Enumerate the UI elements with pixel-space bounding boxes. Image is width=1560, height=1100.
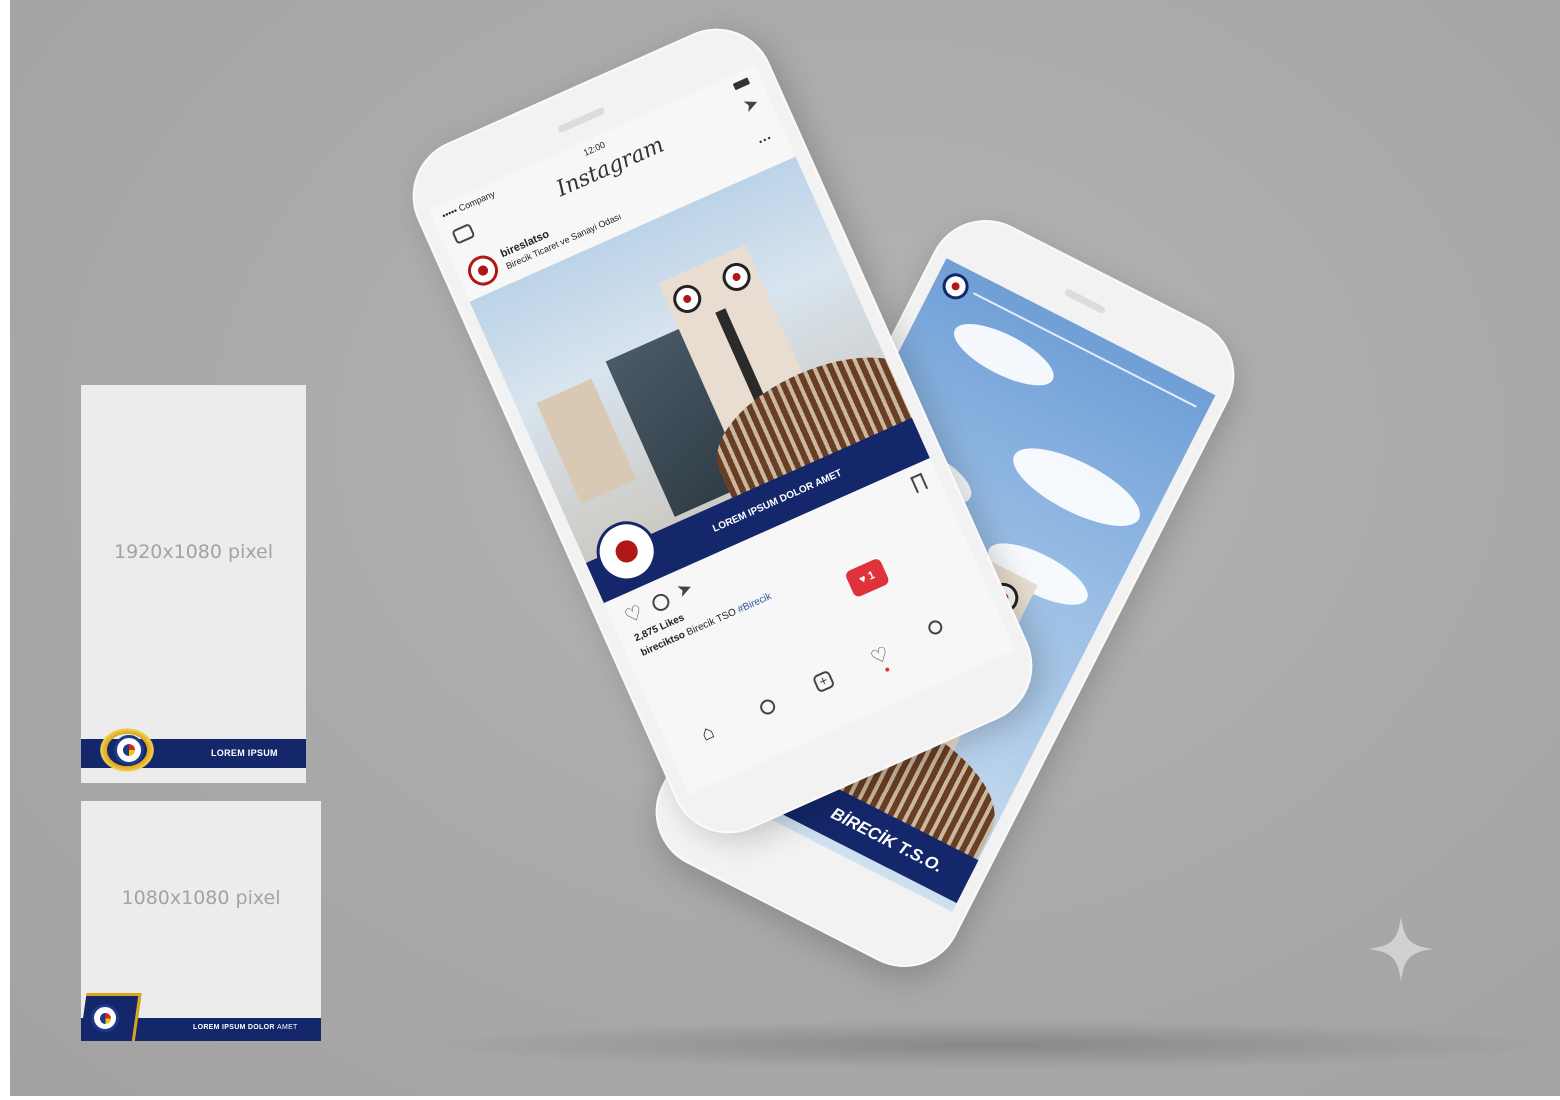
- phone-front-screen: ••••• Company 12:00 Instagram ➤ bireslat…: [428, 65, 1016, 796]
- floor-shadow: [420, 1020, 1560, 1070]
- story-template: 1920x1080 pixel LOREM IPSUM: [81, 385, 306, 783]
- caption-text: Birecik TSO: [685, 606, 739, 639]
- profile-icon[interactable]: [926, 618, 945, 637]
- direct-send-icon[interactable]: ➤: [740, 92, 762, 117]
- story-size-label: 1920x1080 pixel: [114, 541, 273, 563]
- status-carrier: ••••• Company: [440, 188, 497, 221]
- story-logo: [114, 735, 144, 765]
- left-border: [0, 0, 10, 1100]
- post-logo: [91, 1004, 119, 1032]
- post-more-icon[interactable]: ···: [755, 129, 774, 149]
- post-size-label: 1080x1080 pixel: [121, 887, 281, 909]
- post-band-text: LOREM IPSUM DOLOR AMET: [193, 1024, 298, 1031]
- activity-icon[interactable]: ♡: [867, 641, 894, 671]
- phone-back-speaker: [1063, 288, 1107, 315]
- search-icon[interactable]: [757, 697, 778, 717]
- caption-hashtag[interactable]: #Birecik: [736, 591, 773, 616]
- app-title: Instagram: [552, 132, 668, 203]
- comment-icon[interactable]: [649, 591, 673, 614]
- phone-front-speaker: [557, 106, 606, 134]
- post-template: 1080x1080 pixel LOREM IPSUM DOLOR AMET: [81, 801, 321, 1041]
- activity-notification[interactable]: ♥ 1: [844, 557, 891, 599]
- story-band-text: LOREM IPSUM: [211, 748, 278, 758]
- add-post-icon[interactable]: +: [811, 669, 836, 694]
- account-avatar[interactable]: [463, 250, 503, 291]
- share-icon[interactable]: ➤: [674, 577, 696, 602]
- sparkle-icon: [1368, 916, 1434, 982]
- home-icon[interactable]: ⌂: [698, 721, 718, 747]
- camera-icon[interactable]: [451, 222, 476, 245]
- heart-icon[interactable]: ♡: [621, 599, 648, 629]
- bookmark-icon[interactable]: [910, 472, 929, 494]
- bottom-border: [0, 1096, 1560, 1100]
- status-time: 12:00: [582, 139, 607, 158]
- status-battery-icon: [732, 77, 751, 91]
- activity-dot: [884, 666, 890, 673]
- post-image: LOREM IPSUM DOLOR AMET: [469, 156, 930, 604]
